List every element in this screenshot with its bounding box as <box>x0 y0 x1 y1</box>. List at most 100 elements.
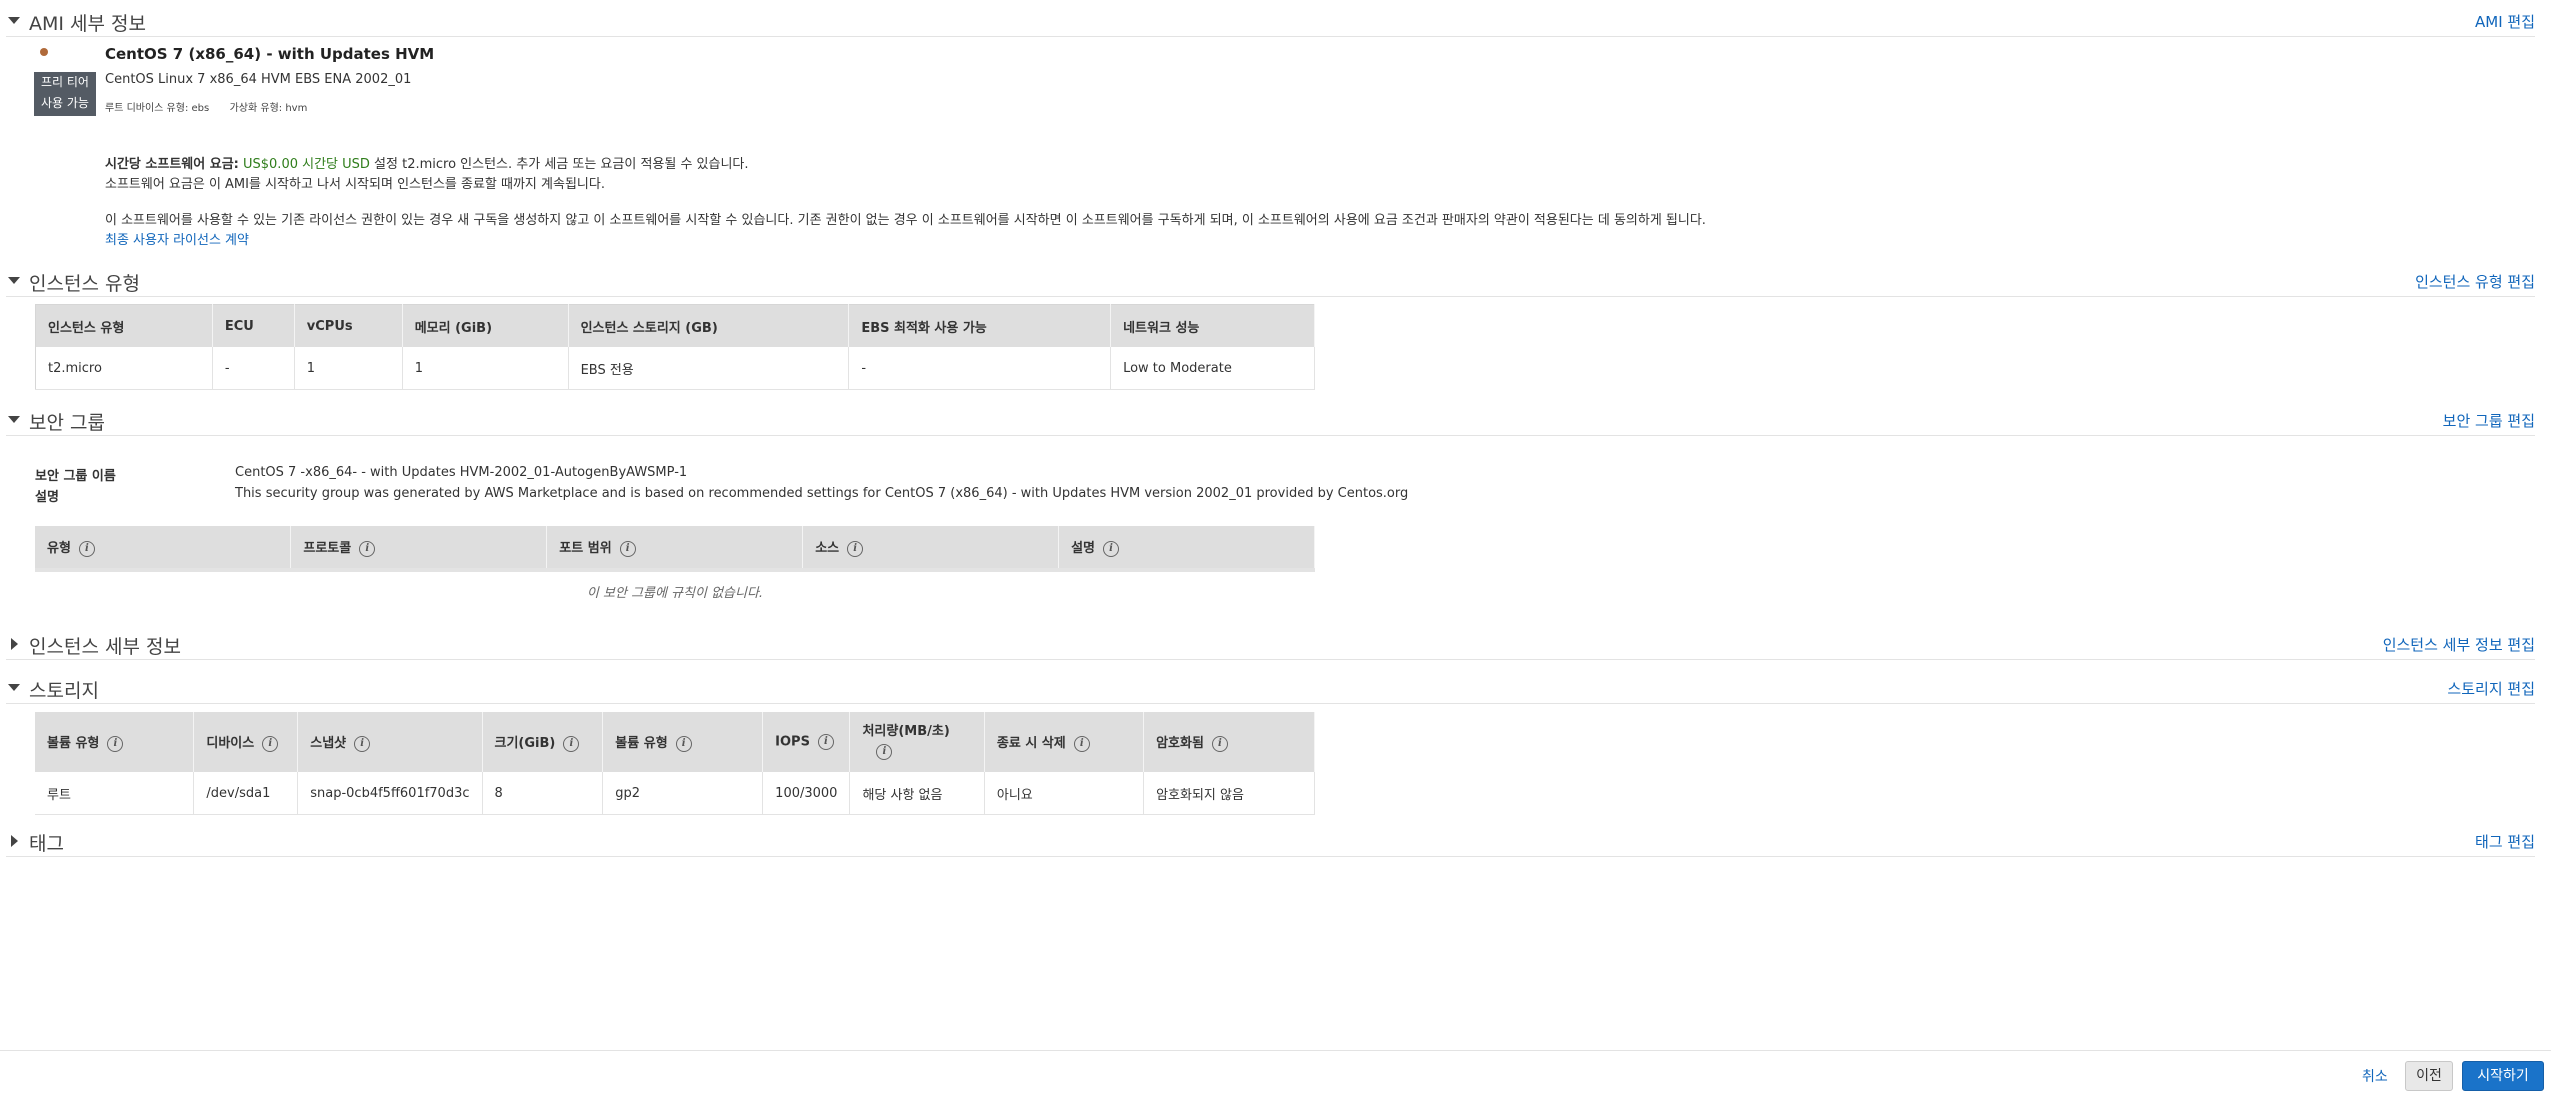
section-divider <box>6 856 2535 857</box>
column-header[interactable]: vCPUs <box>294 304 403 347</box>
security-group-name-label: 보안 그룹 이름 <box>35 469 116 484</box>
table-cell: - <box>212 347 295 390</box>
instance-type-table: 인스턴스 유형 ECU vCPUs 메모리 (GiB) 인스턴스 스토리지 (G… <box>35 304 1315 390</box>
info-icon[interactable]: i <box>262 735 279 752</box>
table-cell: 1 <box>294 347 403 390</box>
column-header[interactable]: 포트 범위 i <box>546 526 804 568</box>
license-text: 이 소프트웨어를 사용할 수 있는 기존 라이선스 권한이 있는 경우 새 구독… <box>105 213 1706 228</box>
free-tier-badge-line2: 사용 가능 <box>41 96 89 110</box>
cancel-link[interactable]: 취소 <box>2362 1066 2388 1086</box>
empty-rules-message: 이 보안 그룹에 규칙이 없습니다. <box>586 586 764 601</box>
section-divider <box>6 703 2535 704</box>
previous-button[interactable]: 이전 <box>2405 1061 2453 1091</box>
table-cell: EBS 전용 <box>568 347 850 390</box>
column-header[interactable]: IOPS i <box>762 712 851 772</box>
security-group-title[interactable]: 보안 그룹 <box>29 408 105 435</box>
info-icon[interactable]: i <box>1073 735 1090 752</box>
info-icon[interactable]: i <box>1211 735 1228 752</box>
table-cell: gp2 <box>602 772 764 815</box>
edit-instance-type-link[interactable]: 인스턴스 유형 편집 <box>2415 271 2535 292</box>
collapse-caret-icon[interactable] <box>8 17 20 24</box>
expand-caret-icon[interactable] <box>11 638 18 650</box>
free-tier-badge: 프리 티어 사용 가능 <box>34 72 96 116</box>
info-icon[interactable]: i <box>847 540 864 557</box>
software-price-suffix: 설정 t2.micro 인스턴스. 추가 세금 또는 요금이 적용될 수 있습니… <box>374 157 749 172</box>
column-header[interactable]: 볼륨 유형 i <box>35 712 195 772</box>
table-cell: 아니요 <box>984 772 1145 815</box>
table-divider <box>35 568 1315 572</box>
info-icon[interactable]: i <box>817 734 834 750</box>
table-cell: t2.micro <box>35 347 213 390</box>
instance-type-header: 인스턴스 유형 인스턴스 유형 편집 <box>0 269 2551 297</box>
column-header[interactable]: EBS 최적화 사용 가능 <box>848 304 1112 347</box>
edit-security-group-link[interactable]: 보안 그룹 편집 <box>2443 410 2535 431</box>
eula-link[interactable]: 최종 사용자 라이선스 계약 <box>105 229 249 248</box>
table-header-row: 유형 i 프로토콜 i 포트 범위 i 소스 i 설명 i <box>35 526 1315 568</box>
software-price-label: 시간당 소프트웨어 요금: <box>105 157 239 172</box>
software-price-note: 소프트웨어 요금은 이 AMI를 시작하고 나서 시작되며 인스턴스를 종료할 … <box>105 177 605 192</box>
section-divider <box>6 659 2535 660</box>
column-header[interactable]: 메모리 (GiB) <box>402 304 569 347</box>
instance-type-title[interactable]: 인스턴스 유형 <box>29 269 140 296</box>
collapse-caret-icon[interactable] <box>8 277 20 284</box>
table-header-row: 인스턴스 유형 ECU vCPUs 메모리 (GiB) 인스턴스 스토리지 (G… <box>35 304 1315 347</box>
software-price-value: US$0.00 시간당 USD <box>243 157 370 172</box>
tags-header: 태그 태그 편집 <box>0 829 2551 857</box>
collapse-caret-icon[interactable] <box>8 684 20 691</box>
column-header[interactable]: 크기(GiB) i <box>482 712 604 772</box>
instance-details-title[interactable]: 인스턴스 세부 정보 <box>29 632 181 659</box>
table-cell: snap-0cb4f5ff601f70d3c <box>297 772 483 815</box>
security-rules-table: 유형 i 프로토콜 i 포트 범위 i 소스 i 설명 i <box>35 526 1315 568</box>
info-icon[interactable]: i <box>619 540 636 557</box>
edit-storage-link[interactable]: 스토리지 편집 <box>2447 678 2535 699</box>
collapse-caret-icon[interactable] <box>8 416 20 423</box>
column-header[interactable]: 인스턴스 유형 <box>35 304 213 347</box>
column-header[interactable]: 처리량(MB/초) i <box>849 712 985 772</box>
table-cell: - <box>848 347 1112 390</box>
section-divider <box>6 435 2535 436</box>
info-icon[interactable]: i <box>563 735 580 752</box>
storage-title[interactable]: 스토리지 <box>29 676 99 703</box>
column-header[interactable]: 디바이스 i <box>193 712 299 772</box>
edit-instance-details-link[interactable]: 인스턴스 세부 정보 편집 <box>2383 634 2535 655</box>
ami-name: CentOS 7 (x86_64) - with Updates HVM <box>105 45 435 63</box>
edit-ami-link[interactable]: AMI 편집 <box>2475 11 2535 32</box>
info-icon[interactable]: i <box>876 743 893 760</box>
info-icon[interactable]: i <box>359 540 376 557</box>
info-icon[interactable]: i <box>354 735 371 752</box>
column-header[interactable]: 스냅샷 i <box>297 712 483 772</box>
section-divider <box>6 36 2535 37</box>
column-header[interactable]: 네트워크 성능 <box>1110 304 1315 347</box>
info-icon[interactable]: i <box>78 540 95 557</box>
table-row: t2.micro - 1 1 EBS 전용 - Low to Moderate <box>35 347 1315 390</box>
column-header[interactable]: 유형 i <box>35 526 292 568</box>
security-group-desc-label: 설명 <box>35 490 59 505</box>
section-divider <box>6 296 2535 297</box>
table-cell: Low to Moderate <box>1110 347 1315 390</box>
column-header[interactable]: 종료 시 삭제 i <box>984 712 1145 772</box>
edit-tags-link[interactable]: 태그 편집 <box>2475 831 2535 852</box>
info-icon[interactable]: i <box>1103 540 1120 557</box>
table-cell: 1 <box>402 347 569 390</box>
instance-details-header: 인스턴스 세부 정보 인스턴스 세부 정보 편집 <box>0 632 2551 660</box>
root-device-type: 루트 디바이스 유형: ebs <box>105 103 210 114</box>
info-icon[interactable]: i <box>107 735 124 752</box>
column-header[interactable]: 프로토콜 i <box>290 526 548 568</box>
column-header[interactable]: 설명 i <box>1058 526 1315 568</box>
tags-title[interactable]: 태그 <box>29 829 64 856</box>
column-header[interactable]: 인스턴스 스토리지 (GB) <box>568 304 850 347</box>
table-cell: /dev/sda1 <box>193 772 299 815</box>
footer-divider <box>0 1050 2551 1051</box>
column-header[interactable]: 볼륨 유형 i <box>602 712 764 772</box>
storage-header: 스토리지 스토리지 편집 <box>0 676 2551 704</box>
expand-caret-icon[interactable] <box>11 835 18 847</box>
software-price-line: 시간당 소프트웨어 요금: US$0.00 시간당 USD 설정 t2.micr… <box>105 153 749 172</box>
info-icon[interactable]: i <box>675 735 692 752</box>
launch-button[interactable]: 시작하기 <box>2462 1061 2544 1091</box>
column-header[interactable]: ECU <box>212 304 295 347</box>
column-header[interactable]: 암호화됨 i <box>1143 712 1315 772</box>
ami-details-title[interactable]: AMI 세부 정보 <box>29 9 146 36</box>
security-group-name-value: CentOS 7 -x86_64- - with Updates HVM-200… <box>235 465 688 480</box>
table-cell: 해당 사항 없음 <box>849 772 985 815</box>
column-header[interactable]: 소스 i <box>802 526 1060 568</box>
